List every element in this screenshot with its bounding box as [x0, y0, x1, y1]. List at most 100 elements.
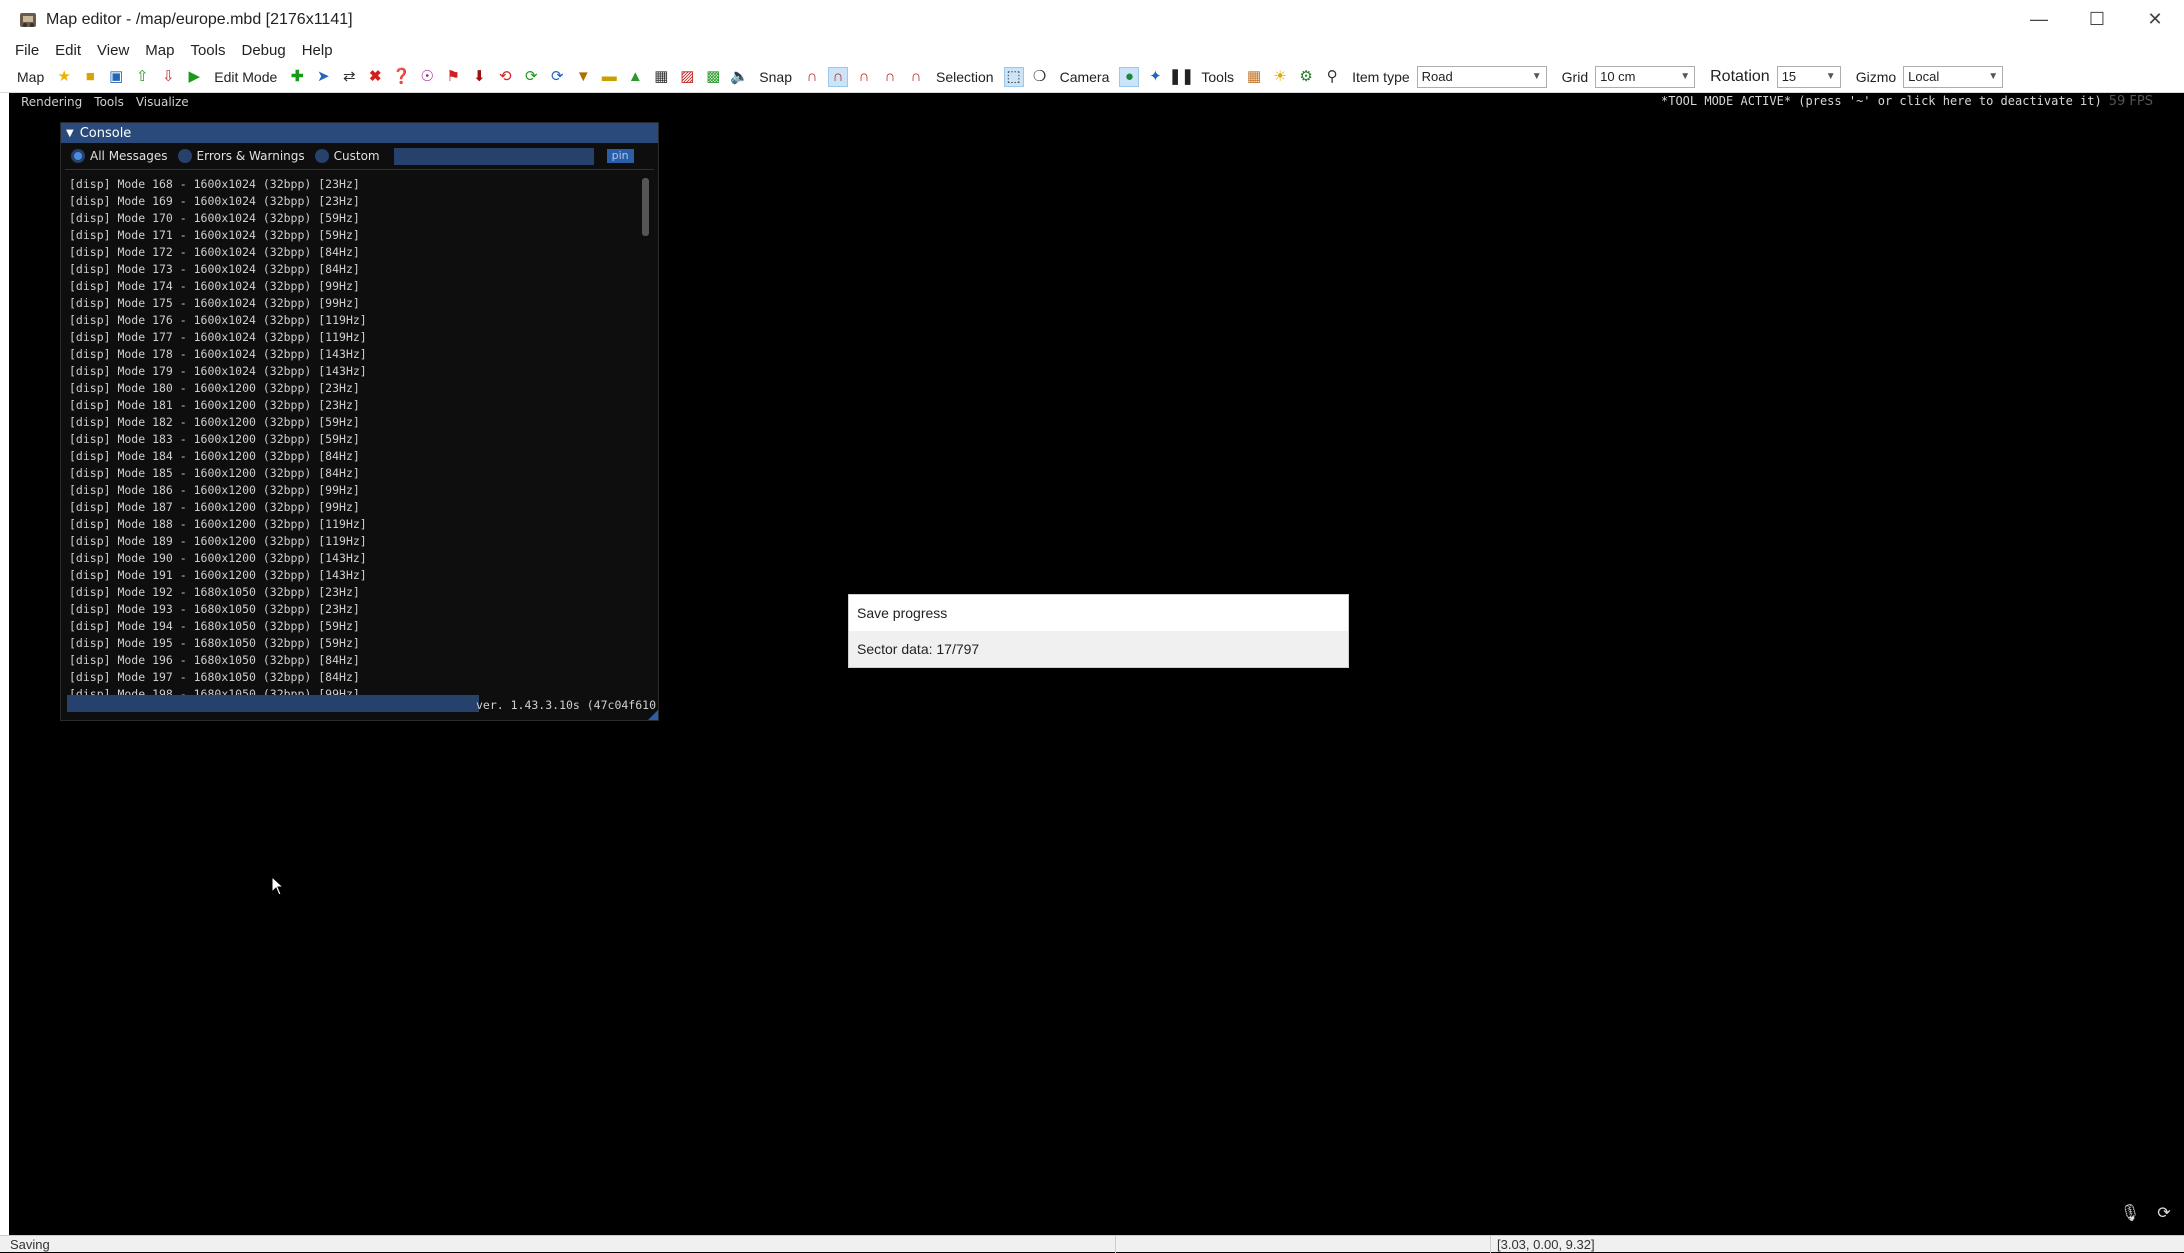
- console-title: Console: [79, 125, 132, 141]
- console-command-input[interactable]: [67, 695, 479, 712]
- toolbar: Map ★ ■ ▣ ⇧ ⇩ ▶ Edit Mode ✚ ➤ ⇄ ✖ ❓ ☉ ⚑ …: [0, 61, 2184, 93]
- selection-label: Selection: [935, 68, 994, 85]
- pin-button[interactable]: pin: [606, 149, 634, 163]
- console-panel: ▼ Console All Messages Errors & Warnings…: [60, 122, 659, 721]
- sign-icon[interactable]: ▬: [599, 67, 619, 87]
- magnet-3-icon[interactable]: ∩: [880, 67, 900, 87]
- terrain-up-icon[interactable]: ▲: [625, 67, 645, 87]
- console-scrollbar[interactable]: [641, 176, 651, 696]
- save-progress-dialog: Save progress Sector data: 17/797: [848, 594, 1349, 668]
- pause-icon[interactable]: ❚❚: [1169, 67, 1194, 87]
- delete-icon[interactable]: ✖: [365, 67, 385, 87]
- save-icon[interactable]: ▣: [106, 67, 126, 87]
- mouse-cursor-icon: [271, 876, 285, 896]
- microphone-icon[interactable]: 🎙: [2118, 1201, 2142, 1225]
- magnet-4-icon[interactable]: ∩: [906, 67, 926, 87]
- add-icon[interactable]: ✚: [287, 67, 307, 87]
- magnet-active-icon[interactable]: ∩: [827, 66, 848, 87]
- sound-icon[interactable]: 🔈: [729, 67, 749, 87]
- console-line: [disp] Mode 180 - 1600x1200 (32bpp) [23H…: [69, 381, 360, 395]
- info-icon[interactable]: ☉: [417, 67, 437, 87]
- filter-custom[interactable]: Custom: [314, 149, 380, 163]
- menu-file[interactable]: File: [0, 42, 47, 59]
- console-log[interactable]: [disp] Mode 168 - 1600x1024 (32bpp) [23H…: [69, 176, 639, 696]
- console-line: [disp] Mode 169 - 1600x1024 (32bpp) [23H…: [69, 194, 360, 208]
- gizmo-select[interactable]: Local ▼: [1903, 65, 2004, 88]
- help-icon[interactable]: ❓: [391, 67, 411, 87]
- console-line: [disp] Mode 189 - 1600x1200 (32bpp) [119…: [69, 534, 367, 548]
- console-line: [disp] Mode 186 - 1600x1200 (32bpp) [99H…: [69, 483, 360, 497]
- editor-menu-tools[interactable]: Tools: [88, 95, 130, 109]
- bird-icon[interactable]: ✦: [1145, 67, 1165, 87]
- rotate-green-icon[interactable]: ⟳: [521, 67, 541, 87]
- menu-view[interactable]: View: [89, 42, 137, 59]
- version-label: ver. 1.43.3.10s (47c04f610: [475, 698, 656, 712]
- prefab-icon[interactable]: ▦: [651, 67, 671, 87]
- menu-tools[interactable]: Tools: [182, 42, 233, 59]
- magnet-2-icon[interactable]: ∩: [854, 67, 874, 87]
- search-icon[interactable]: ⚲: [1322, 67, 1342, 87]
- globe-icon[interactable]: ●: [1119, 66, 1140, 87]
- console-line: [disp] Mode 187 - 1600x1200 (32bpp) [99H…: [69, 500, 360, 514]
- chevron-down-icon: ▼: [1531, 71, 1542, 82]
- filter-label: All Messages: [90, 149, 168, 163]
- edit-mode-button[interactable]: Edit Mode: [207, 69, 284, 85]
- console-line: [disp] Mode 195 - 1680x1050 (32bpp) [59H…: [69, 636, 360, 650]
- close-icon[interactable]: ✕: [2126, 0, 2184, 39]
- minimize-icon[interactable]: —: [2010, 0, 2068, 39]
- editor-menu-rendering[interactable]: Rendering: [9, 95, 88, 109]
- terrain-down-icon[interactable]: ▼: [573, 67, 593, 87]
- flag-icon[interactable]: ⚑: [443, 67, 463, 87]
- refresh-icon[interactable]: ⟳: [2152, 1201, 2176, 1225]
- fps-counter: 59 FPS: [2108, 94, 2153, 109]
- menu-help[interactable]: Help: [294, 42, 341, 59]
- console-line: [disp] Mode 192 - 1680x1050 (32bpp) [23H…: [69, 585, 360, 599]
- console-line: [disp] Mode 196 - 1680x1050 (32bpp) [84H…: [69, 653, 360, 667]
- collapse-triangle-icon[interactable]: ▼: [66, 128, 74, 139]
- custom-filter-input[interactable]: [393, 147, 594, 165]
- rotate-red-icon[interactable]: ⟲: [495, 67, 515, 87]
- filter-errors-warnings[interactable]: Errors & Warnings: [177, 149, 305, 163]
- console-line: [disp] Mode 183 - 1600x1200 (32bpp) [59H…: [69, 432, 360, 446]
- lasso-icon[interactable]: ❍: [1030, 67, 1050, 87]
- tool-mode-banner[interactable]: *TOOL MODE ACTIVE* (press '~' or click h…: [1661, 94, 2102, 108]
- status-text: Saving: [10, 1237, 50, 1252]
- menu-debug[interactable]: Debug: [234, 42, 294, 59]
- menu-edit[interactable]: Edit: [47, 42, 89, 59]
- star-icon[interactable]: ★: [54, 67, 74, 87]
- export-icon[interactable]: ⇧: [132, 67, 152, 87]
- drop-icon[interactable]: ⬇: [469, 67, 489, 87]
- chevron-down-icon: ▼: [1680, 71, 1691, 82]
- menu-map[interactable]: Map: [137, 42, 182, 59]
- console-line: [disp] Mode 171 - 1600x1024 (32bpp) [59H…: [69, 228, 360, 242]
- magnet-icon[interactable]: ∩: [802, 67, 822, 87]
- open-folder-icon[interactable]: ■: [80, 67, 100, 87]
- vehicle-icon[interactable]: ▨: [677, 67, 697, 87]
- grid-tool-icon[interactable]: ▦: [1244, 67, 1264, 87]
- console-line: [disp] Mode 182 - 1600x1200 (32bpp) [59H…: [69, 415, 360, 429]
- radio-icon: [177, 149, 192, 163]
- item-type-select[interactable]: Road ▼: [1416, 65, 1547, 88]
- grid-select[interactable]: 10 cm ▼: [1595, 65, 1696, 88]
- swap-icon[interactable]: ⇄: [339, 67, 359, 87]
- resize-grip-icon[interactable]: [648, 710, 658, 720]
- editor-menu-bar: Rendering Tools Visualize *TOOL MODE ACT…: [9, 93, 2184, 110]
- rotation-select[interactable]: 15 ▼: [1776, 65, 1841, 88]
- move-icon[interactable]: ➤: [313, 67, 333, 87]
- console-line: [disp] Mode 177 - 1600x1024 (32bpp) [119…: [69, 330, 367, 344]
- filter-all-messages[interactable]: All Messages: [71, 149, 168, 163]
- console-line: [disp] Mode 173 - 1600x1024 (32bpp) [84H…: [69, 262, 360, 276]
- import-icon[interactable]: ⇩: [158, 67, 178, 87]
- grid-value: 10 cm: [1600, 69, 1636, 84]
- scrollbar-thumb[interactable]: [642, 178, 649, 236]
- sun-icon[interactable]: ☀: [1270, 67, 1290, 87]
- editor-menu-visualize[interactable]: Visualize: [130, 95, 195, 109]
- maximize-icon[interactable]: ☐: [2068, 0, 2126, 39]
- play-icon[interactable]: ▶: [184, 67, 204, 87]
- rect-select-icon[interactable]: ⬚: [1003, 66, 1024, 87]
- gear-icon[interactable]: ⚙: [1296, 67, 1316, 87]
- rotate-blue-icon[interactable]: ⟳: [547, 67, 567, 87]
- chart-icon[interactable]: ▩: [703, 67, 723, 87]
- console-line: [disp] Mode 168 - 1600x1024 (32bpp) [23H…: [69, 177, 360, 191]
- console-title-bar[interactable]: ▼ Console: [61, 123, 658, 143]
